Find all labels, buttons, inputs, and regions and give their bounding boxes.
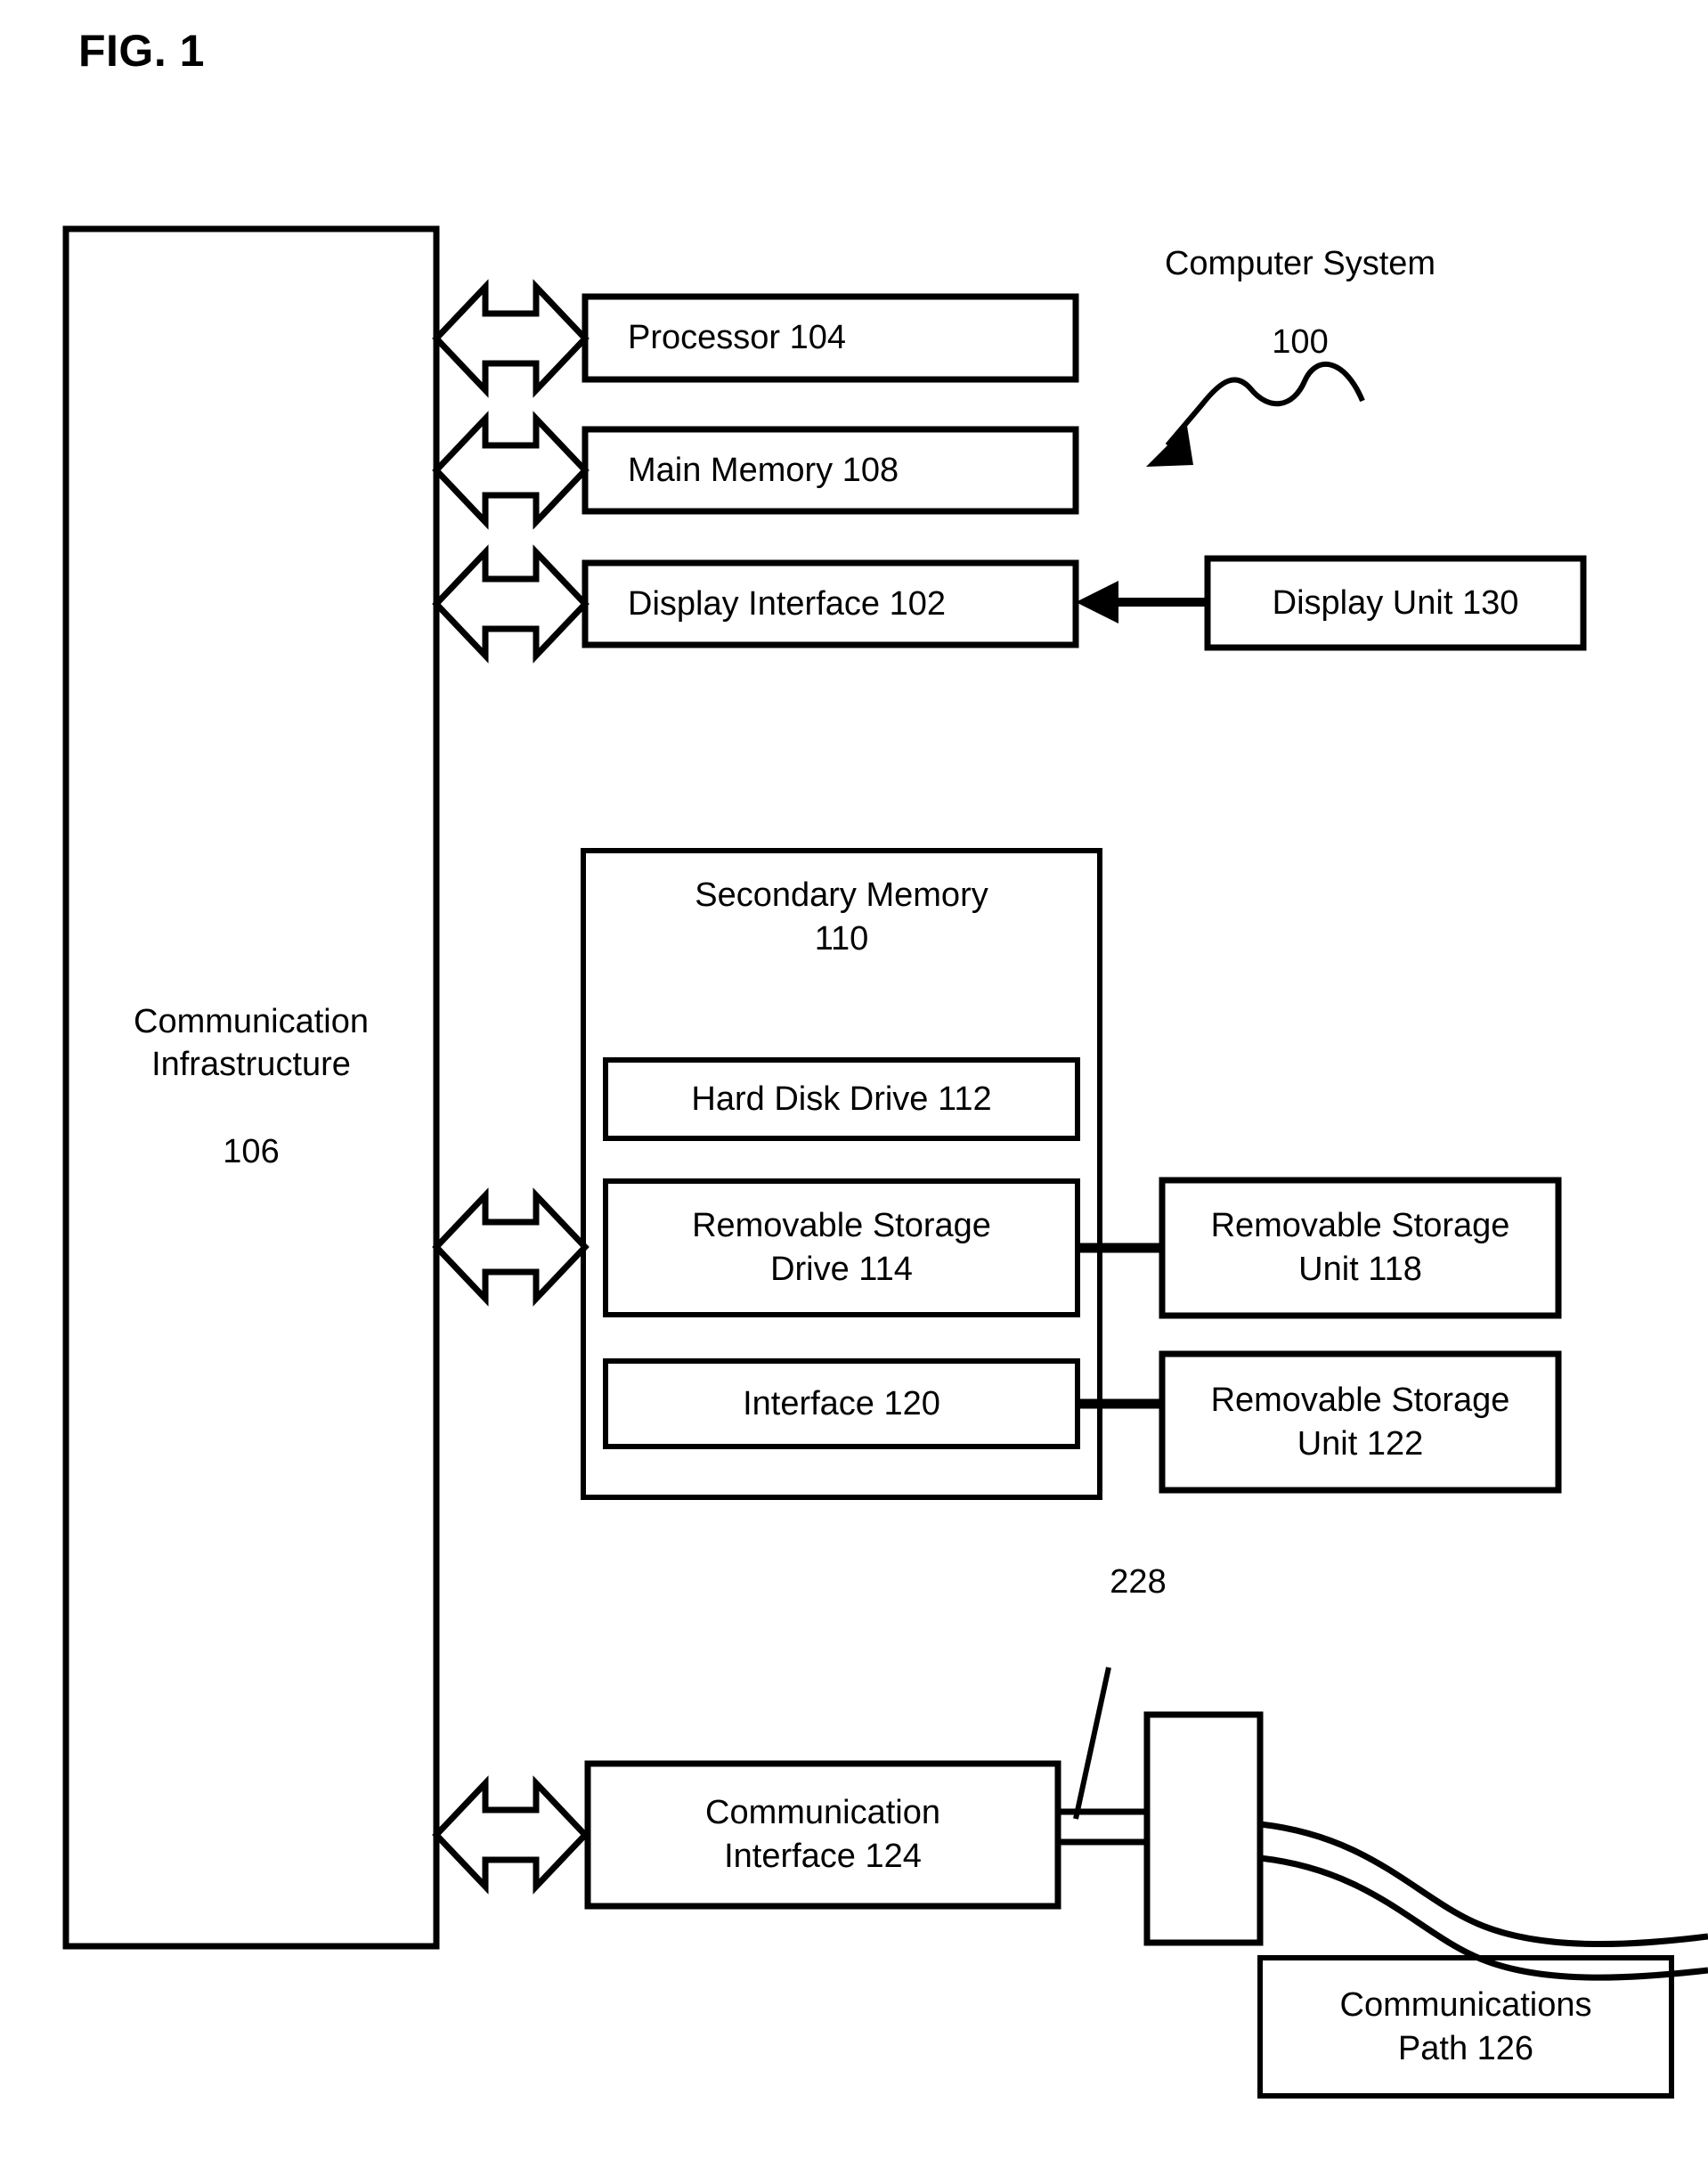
display-interface-box[interactable] bbox=[582, 559, 1079, 648]
bus-processor-double-arrow bbox=[432, 279, 590, 398]
figure-title: FIG. 1 bbox=[78, 26, 205, 76]
connector-block-box[interactable] bbox=[1143, 1711, 1264, 1946]
computer-system-annotation: Computer System bbox=[1164, 245, 1436, 282]
bus-display-interface-double-arrow bbox=[432, 544, 590, 664]
diagram-vector-layer bbox=[62, 225, 1708, 2099]
processor-box[interactable] bbox=[582, 293, 1079, 383]
hard-disk-drive-box[interactable] bbox=[603, 1057, 1080, 1141]
removable-storage-unit-118-box[interactable] bbox=[1159, 1177, 1562, 1319]
computer-system-ref-annotation: 100 bbox=[1272, 323, 1329, 361]
bus-secondary-memory-double-arrow bbox=[432, 1187, 590, 1307]
interface-120-box[interactable] bbox=[603, 1358, 1080, 1449]
main-memory-box[interactable] bbox=[582, 426, 1079, 515]
communications-cable-upper bbox=[1259, 1821, 1708, 1948]
ref-228-leader-line bbox=[1073, 1667, 1111, 1820]
communication-interface-box[interactable] bbox=[584, 1760, 1061, 1910]
communication-infrastructure-box[interactable] bbox=[62, 225, 440, 1950]
computer-system-squiggle-arrow-tail bbox=[1165, 362, 1365, 447]
bus-communication-interface-double-arrow bbox=[432, 1775, 590, 1895]
figure-page: FIG. 1 Communication Infrastructure 106 … bbox=[0, 0, 1708, 2160]
connector-ref-228-annotation: 228 bbox=[1110, 1563, 1167, 1601]
removable-storage-drive-box[interactable] bbox=[603, 1178, 1080, 1317]
display-unit-to-interface-arrowhead bbox=[1076, 581, 1118, 624]
removable-storage-unit-122-box[interactable] bbox=[1159, 1350, 1562, 1494]
display-unit-box[interactable] bbox=[1204, 555, 1587, 651]
bus-main-memory-double-arrow bbox=[432, 411, 590, 530]
computer-system-squiggle-arrowhead bbox=[1146, 426, 1193, 467]
